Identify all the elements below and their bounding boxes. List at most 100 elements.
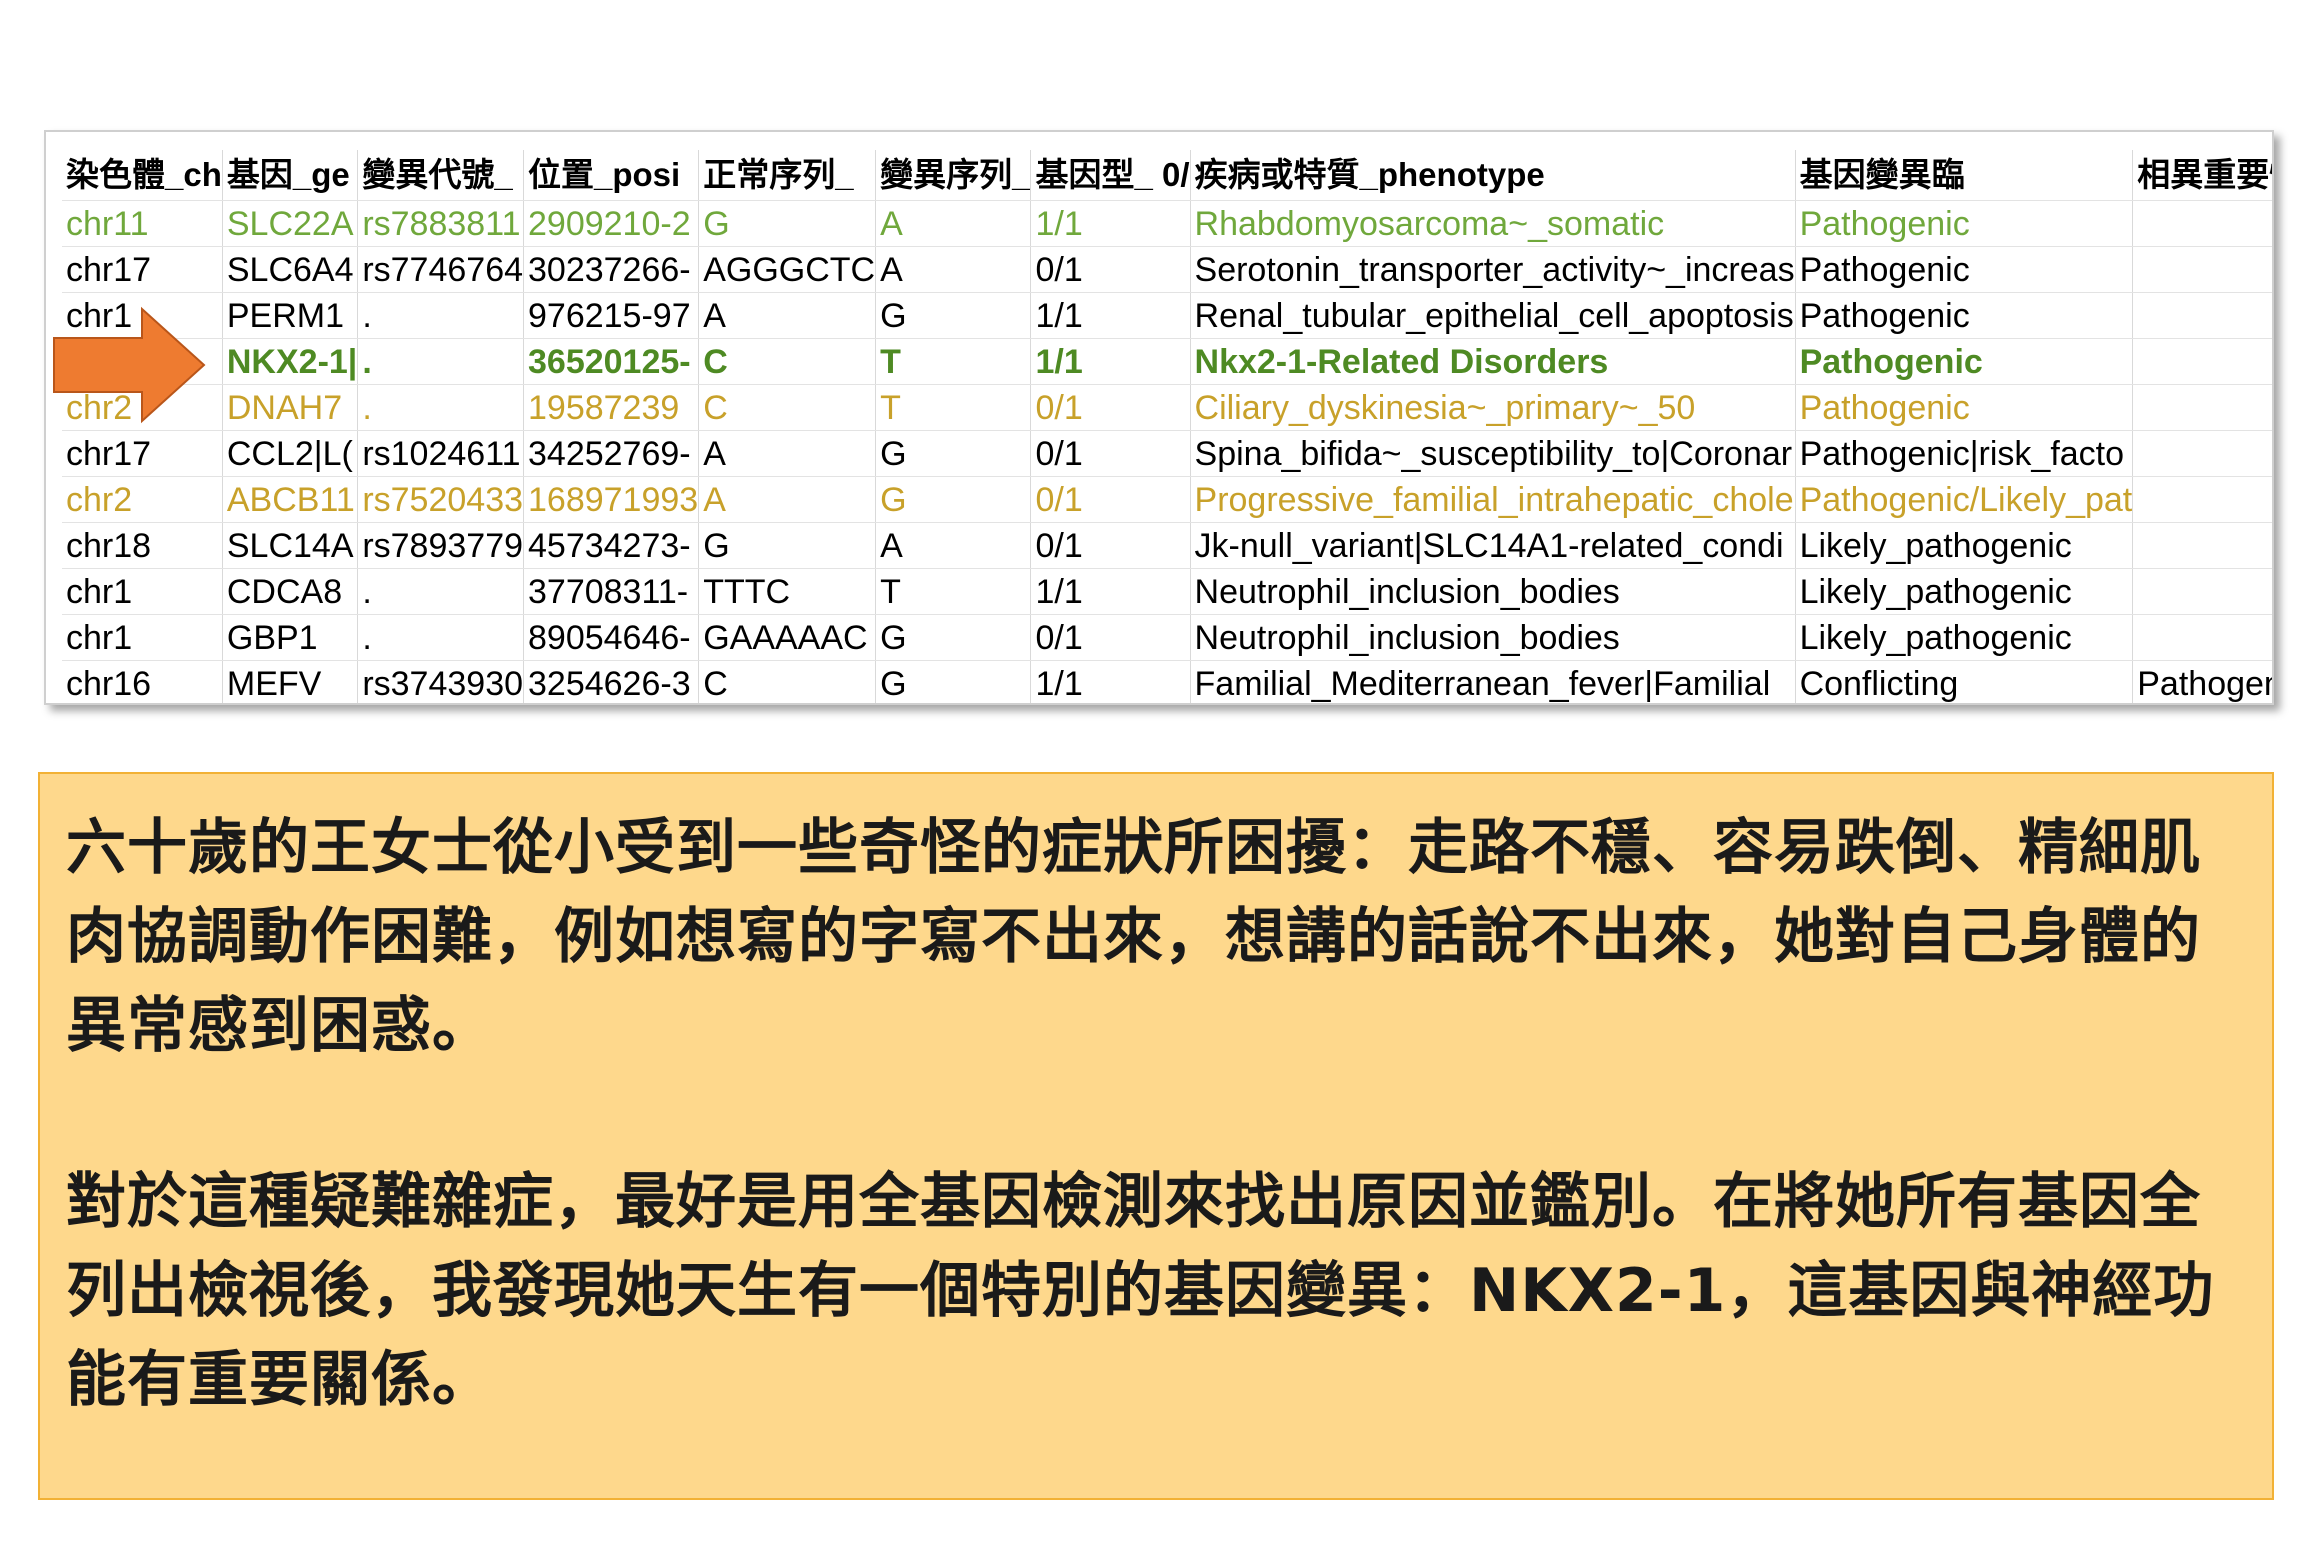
table-cell[interactable]: Pathogenic [1795, 246, 2134, 293]
table-row[interactable]: chr1 GBP1. 89054646- GAAAAAC G 0/1 Neutrophil_… [62, 614, 2272, 661]
table-cell[interactable]: . [357, 384, 525, 431]
table-cell[interactable]: G [698, 522, 877, 569]
table-cell[interactable]: Pathogenic [1795, 292, 2134, 339]
table-cell[interactable]: 45734273- [523, 522, 700, 569]
table-row[interactable]: chr2 ABCB11 rs7520433 168971993 A G 0/1 Progres… [62, 476, 2272, 523]
table-cell[interactable]: 1/1 [1030, 292, 1191, 339]
table-cell[interactable] [2132, 614, 2272, 661]
table-cell[interactable]: Neutrophil_inclusion_bodies [1190, 614, 1796, 661]
table-cell[interactable]: chr17 [62, 430, 223, 477]
column-header[interactable]: 相異重要性 [2132, 150, 2272, 201]
table-cell[interactable]: GAAAAAC [698, 614, 877, 661]
table-cell[interactable]: SLC6A4 [222, 246, 359, 293]
table-cell[interactable]: CCL2|L( [222, 430, 359, 477]
table-cell[interactable]: chr18 [62, 522, 223, 569]
table-cell[interactable]: G [875, 660, 1032, 703]
table-row[interactable]: chr11 SLC22A rs7883811 2909210-2 G A 1/1 Rhabdo… [62, 200, 2272, 247]
table-cell[interactable]: T [875, 568, 1032, 615]
table-cell[interactable]: MEFV [222, 660, 359, 703]
table-cell[interactable]: TTTC [698, 568, 877, 615]
table-row[interactable]: chr17 CCL2|L(rs1024611 34252769- A G 0/1 Spina… [62, 430, 2272, 477]
table-cell[interactable]: 0/1 [1030, 430, 1191, 477]
table-cell[interactable]: ABCB11 [222, 476, 359, 523]
table-cell[interactable]: A [698, 292, 877, 339]
table-cell[interactable]: 0/1 [1030, 476, 1191, 523]
table-cell[interactable]: chr11 [62, 200, 223, 247]
table-cell[interactable]: 34252769- [523, 430, 700, 477]
table-cell[interactable]: A [698, 430, 877, 477]
table-cell[interactable]: 1/1 [1030, 200, 1191, 247]
table-cell[interactable] [2132, 430, 2272, 477]
table-cell[interactable]: 19587239 [523, 384, 700, 431]
table-cell[interactable]: 0/1 [1030, 384, 1191, 431]
table-cell[interactable] [2132, 384, 2272, 431]
table-cell[interactable]: 3254626-3 [523, 660, 700, 703]
table-cell[interactable]: 168971993 [523, 476, 700, 523]
table-cell[interactable]: A [875, 200, 1032, 247]
table-cell[interactable] [2132, 338, 2272, 385]
table-cell[interactable]: chr16 [62, 660, 223, 703]
table-cell[interactable]: C [698, 660, 877, 703]
table-cell[interactable]: Likely_pathogenic [1795, 568, 2134, 615]
table-cell[interactable]: C [698, 384, 877, 431]
table-cell[interactable]: chr1 [62, 568, 223, 615]
table-cell[interactable]: Pathogenic|risk_facto [1795, 430, 2134, 477]
table-cell[interactable]: Pathogenic [1795, 338, 2134, 385]
table-cell[interactable]: chr2 [62, 476, 223, 523]
table-cell[interactable]: DNAH7 [222, 384, 359, 431]
column-header[interactable]: 位置_posi [523, 150, 700, 201]
table-cell[interactable]: Progressive_familial_intrahepatic_chole [1190, 476, 1796, 523]
column-header[interactable]: 基因型_ 0/ [1030, 150, 1191, 201]
table-cell[interactable]: 37708311- [523, 568, 700, 615]
table-cell[interactable]: Renal_tubular_epithelial_cell_apoptosis [1190, 292, 1796, 339]
table-cell[interactable]: T [875, 384, 1032, 431]
table-cell[interactable]: T [875, 338, 1032, 385]
table-cell[interactable] [2132, 568, 2272, 615]
table-cell[interactable]: Conflicting [1795, 660, 2134, 703]
table-cell[interactable]: A [875, 522, 1032, 569]
column-header[interactable]: 疾病或特質_phenotype [1190, 150, 1796, 201]
table-cell[interactable]: C [698, 338, 877, 385]
table-cell[interactable]: Neutrophil_inclusion_bodies [1190, 568, 1796, 615]
table-cell[interactable]: Rhabdomyosarcoma~_somatic [1190, 200, 1796, 247]
table-cell[interactable] [2132, 246, 2272, 293]
table-cell[interactable]: AGGGCTC [698, 246, 877, 293]
table-cell[interactable]: PERM1 [222, 292, 359, 339]
table-cell[interactable]: G [875, 614, 1032, 661]
table-cell[interactable]: Familial_Mediterranean_fever|Familial [1190, 660, 1796, 703]
table-cell[interactable]: . [357, 614, 525, 661]
table-cell[interactable]: rs7746764 [357, 246, 525, 293]
table-cell[interactable]: Pathogenic [2132, 660, 2272, 703]
table-row[interactable]: chr14NKX2-1|.36520125-CT1/1Nkx2-1-Relate… [62, 338, 2272, 385]
table-cell[interactable] [2132, 476, 2272, 523]
table-cell[interactable]: 36520125- [523, 338, 700, 385]
table-row[interactable]: chr18 SLC14A rs7893779 45734273- G A 0/1 Jk-nul… [62, 522, 2272, 569]
table-cell[interactable]: 1/1 [1030, 568, 1191, 615]
column-header[interactable]: 基因_ge [222, 150, 359, 201]
table-cell[interactable]: Nkx2-1-Related Disorders [1190, 338, 1796, 385]
table-cell[interactable]: Pathogenic/Likely_pat [1795, 476, 2134, 523]
table-cell[interactable]: rs3743930 [357, 660, 525, 703]
table-cell[interactable]: SLC22A [222, 200, 359, 247]
table-cell[interactable]: Pathogenic [1795, 384, 2134, 431]
table-cell[interactable]: 30237266- [523, 246, 700, 293]
table-cell[interactable]: 89054646- [523, 614, 700, 661]
column-header[interactable]: 變異序列_ [875, 150, 1032, 201]
table-cell[interactable]: . [357, 568, 525, 615]
table-cell[interactable]: A [875, 246, 1032, 293]
table-cell[interactable]: Pathogenic [1795, 200, 2134, 247]
table-cell[interactable]: chr17 [62, 246, 223, 293]
table-cell[interactable]: 1/1 [1030, 338, 1191, 385]
table-cell[interactable]: Serotonin_transporter_activity~_increas [1190, 246, 1796, 293]
table-cell[interactable] [2132, 200, 2272, 247]
table-row[interactable]: chr1 CDCA8. 37708311- TTTC T 1/1 Neutrophil_in… [62, 568, 2272, 615]
table-cell[interactable]: G [875, 430, 1032, 477]
table-cell[interactable] [2132, 292, 2272, 339]
table-cell[interactable]: Likely_pathogenic [1795, 614, 2134, 661]
table-cell[interactable]: Jk-null_variant|SLC14A1-related_condi [1190, 522, 1796, 569]
table-row[interactable]: chr1 PERM1. 976215-97 A G 1/1 Renal_tubular_ep… [62, 292, 2272, 339]
table-cell[interactable]: NKX2-1| [222, 338, 359, 385]
table-cell[interactable]: G [875, 476, 1032, 523]
table-cell[interactable]: Spina_bifida~_susceptibility_to|Coronar [1190, 430, 1796, 477]
table-row[interactable]: chr16 MEFV rs3743930 3254626-3 C G 1/1 Familial… [62, 660, 2272, 703]
